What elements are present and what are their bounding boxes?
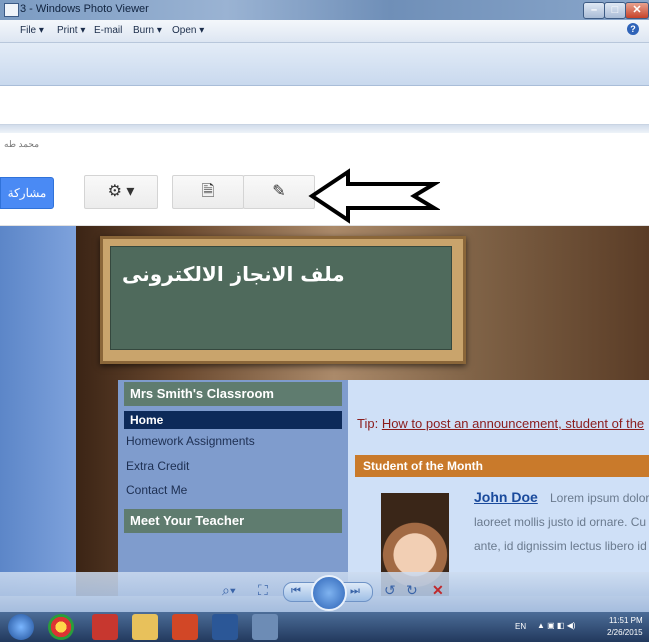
lorem-line-2: laoreet mollis justo id ornare. Cu — [474, 515, 647, 529]
sidebar-item-homework[interactable]: Homework Assignments — [126, 434, 255, 448]
actual-size-icon[interactable]: ⛶ — [258, 582, 268, 599]
new-page-icon: 🗎 — [201, 183, 215, 200]
pointer-arrow-icon — [308, 168, 440, 224]
next-icon[interactable]: ⏭ — [350, 585, 360, 598]
word-icon[interactable] — [212, 614, 238, 640]
edit-button[interactable]: ✎ — [243, 175, 315, 209]
toolbar-divider — [0, 125, 649, 133]
system-tray: EN ▲ ▣ ◧ ◀) 11:51 PM 2/26/2015 — [509, 612, 649, 642]
menu-file[interactable]: File ▾ — [20, 25, 44, 36]
gear-icon: ⚙ ▾ — [107, 183, 135, 200]
tip-prefix: Tip: — [357, 416, 382, 431]
new-page-button[interactable]: 🗎 — [172, 175, 244, 209]
photo-viewer-icon[interactable] — [252, 614, 278, 640]
close-button[interactable]: ✕ — [625, 2, 649, 19]
acrobat-icon[interactable] — [92, 614, 118, 640]
maximize-button[interactable]: □ — [604, 2, 626, 19]
browser-toolbar — [0, 43, 649, 86]
meet-teacher-header: Meet Your Teacher — [124, 509, 342, 533]
language-indicator[interactable]: EN — [515, 622, 526, 631]
app-icon — [4, 3, 19, 17]
start-button[interactable] — [8, 614, 34, 640]
menu-print[interactable]: Print ▾ — [57, 25, 85, 36]
delete-icon[interactable]: ✕ — [432, 582, 444, 599]
menu-bar: File ▾ Print ▾ E-mail Burn ▾ Open ▾ ? — [0, 20, 649, 43]
rotate-right-icon[interactable]: ↻ — [406, 582, 418, 599]
student-of-month-header: Student of the Month — [355, 455, 649, 477]
rotate-left-icon[interactable]: ↺ — [384, 582, 396, 599]
slideshow-button[interactable] — [311, 575, 347, 611]
chrome-icon[interactable] — [48, 614, 74, 640]
explorer-icon[interactable] — [132, 614, 158, 640]
settings-button[interactable]: ⚙ ▾ — [84, 175, 158, 209]
powerpoint-icon[interactable] — [172, 614, 198, 640]
menu-burn[interactable]: Burn ▾ — [133, 25, 162, 36]
tip-line: Tip: How to post an announcement, studen… — [357, 416, 644, 431]
title-bar: 3 - Windows Photo Viewer – □ ✕ — [0, 0, 649, 20]
lorem-line-1: Lorem ipsum dolor — [550, 491, 649, 505]
window-title: 3 - Windows Photo Viewer — [20, 3, 149, 15]
tip-link[interactable]: How to post an announcement, student of … — [382, 416, 644, 431]
sidebar-item-contact[interactable]: Contact Me — [126, 483, 187, 497]
address-bar — [0, 86, 649, 125]
menu-email[interactable]: E-mail — [94, 25, 122, 36]
share-button[interactable]: مشاركة — [0, 177, 54, 209]
previous-icon[interactable]: ⏮ — [291, 585, 301, 598]
share-label: مشاركة — [7, 186, 47, 200]
site-title: ملف الانجاز الالكترونى — [122, 262, 345, 286]
pencil-icon: ✎ — [272, 183, 286, 200]
help-icon[interactable]: ? — [627, 23, 639, 35]
clock-date[interactable]: 2/26/2015 — [607, 628, 643, 637]
zoom-icon[interactable]: ⌕▾ — [222, 582, 236, 599]
tray-icons[interactable]: ▲ ▣ ◧ ◀) — [537, 621, 576, 630]
sidebar: Mrs Smith's Classroom Home Homework Assi… — [118, 380, 348, 596]
student-name-link[interactable]: John Doe — [474, 489, 538, 505]
sidebar-header: Mrs Smith's Classroom — [124, 382, 342, 406]
user-name: محمد طه — [4, 139, 40, 149]
minimize-button[interactable]: – — [583, 2, 605, 19]
left-panel — [0, 226, 76, 596]
sidebar-item-extra-credit[interactable]: Extra Credit — [126, 459, 189, 473]
sidebar-item-home[interactable]: Home — [124, 411, 342, 429]
menu-open[interactable]: Open ▾ — [172, 25, 204, 36]
clock-time[interactable]: 11:51 PM — [609, 616, 643, 625]
lorem-line-3: ante, id dignissim lectus libero id — [474, 539, 647, 553]
